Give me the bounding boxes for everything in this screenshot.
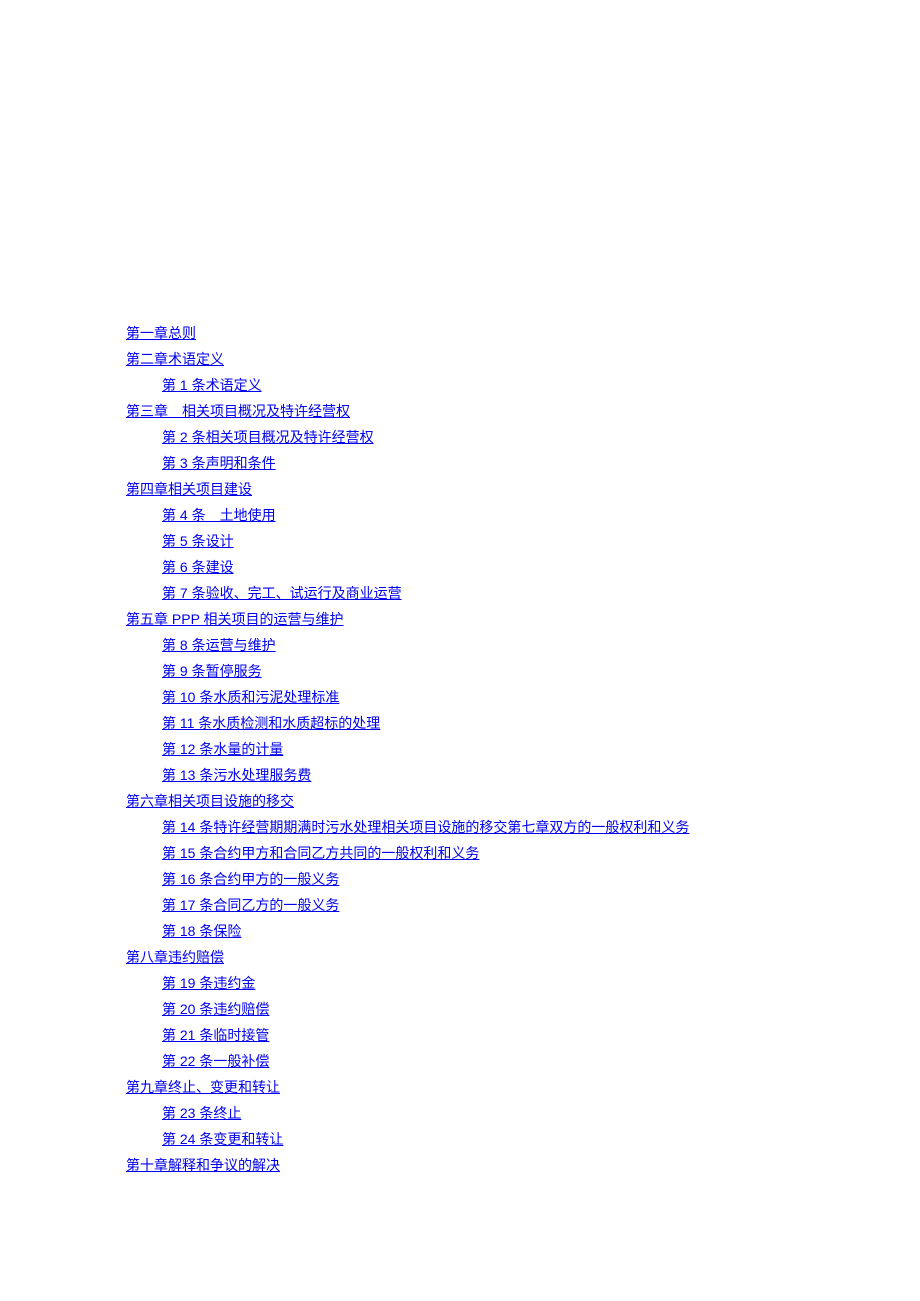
toc-row: 第四章相关项目建设 [126, 476, 920, 502]
toc-link[interactable]: 第四章相关项目建设 [126, 481, 252, 497]
toc-link[interactable]: 第 2 条相关项目概况及特许经营权 [162, 429, 374, 445]
toc-link[interactable]: 第 20 条违约赔偿 [162, 1001, 269, 1017]
toc-row: 第二章术语定义 [126, 346, 920, 372]
toc-link[interactable]: 第 11 条水质检测和水质超标的处理 [162, 715, 380, 731]
toc-row: 第六章相关项目设施的移交 [126, 788, 920, 814]
toc-link[interactable]: 第 18 条保险 [162, 923, 241, 939]
toc-row: 第五章 PPP 相关项目的运营与维护 [126, 606, 920, 632]
toc-link[interactable]: 第 16 条合约甲方的一般义务 [162, 871, 339, 887]
toc-row: 第 11 条水质检测和水质超标的处理 [126, 710, 920, 736]
toc-link[interactable]: 第 17 条合同乙方的一般义务 [162, 897, 339, 913]
toc-link[interactable]: 第 12 条水量的计量 [162, 741, 283, 757]
toc-row: 第 10 条水质和污泥处理标准 [126, 684, 920, 710]
toc-row: 第 8 条运营与维护 [126, 632, 920, 658]
toc-row: 第 19 条违约金 [126, 970, 920, 996]
toc-link[interactable]: 第 22 条一般补偿 [162, 1053, 269, 1069]
toc-link[interactable]: 第 5 条设计 [162, 533, 234, 549]
toc-link[interactable]: 第 21 条临时接管 [162, 1027, 269, 1043]
toc-row: 第 16 条合约甲方的一般义务 [126, 866, 920, 892]
toc-row: 第九章终止、变更和转让 [126, 1074, 920, 1100]
toc-row: 第 24 条变更和转让 [126, 1126, 920, 1152]
toc-link[interactable]: 第 9 条暂停服务 [162, 663, 262, 679]
toc-row: 第 23 条终止 [126, 1100, 920, 1126]
toc-row: 第一章总则 [126, 320, 920, 346]
toc-link[interactable]: 第六章相关项目设施的移交 [126, 793, 294, 809]
toc-link-trailing[interactable]: 第七章双方的一般权利和义务 [507, 819, 689, 835]
toc-link[interactable]: 第 19 条违约金 [162, 975, 255, 991]
toc-link[interactable]: 第十章解释和争议的解决 [126, 1157, 280, 1173]
toc-row: 第 1 条术语定义 [126, 372, 920, 398]
toc-row: 第 22 条一般补偿 [126, 1048, 920, 1074]
table-of-contents: 第一章总则第二章术语定义第 1 条术语定义第三章 相关项目概况及特许经营权第 2… [126, 320, 920, 1178]
toc-row: 第 12 条水量的计量 [126, 736, 920, 762]
toc-link[interactable]: 第 13 条污水处理服务费 [162, 767, 311, 783]
toc-row: 第 7 条验收、完工、试运行及商业运营 [126, 580, 920, 606]
toc-link[interactable]: 第 8 条运营与维护 [162, 637, 276, 653]
toc-link[interactable]: 第八章违约赔偿 [126, 949, 224, 965]
toc-link[interactable]: 第五章 PPP 相关项目的运营与维护 [126, 611, 344, 627]
toc-link[interactable]: 第 15 条合约甲方和合同乙方共同的一般权利和义务 [162, 845, 479, 861]
toc-link[interactable]: 第九章终止、变更和转让 [126, 1079, 280, 1095]
toc-link[interactable]: 第 23 条终止 [162, 1105, 241, 1121]
toc-row: 第 15 条合约甲方和合同乙方共同的一般权利和义务 [126, 840, 920, 866]
toc-link[interactable]: 第三章 相关项目概况及特许经营权 [126, 403, 350, 419]
toc-link[interactable]: 第 1 条术语定义 [162, 377, 262, 393]
toc-link[interactable]: 第 24 条变更和转让 [162, 1131, 283, 1147]
toc-row: 第八章违约赔偿 [126, 944, 920, 970]
toc-row: 第三章 相关项目概况及特许经营权 [126, 398, 920, 424]
toc-row: 第 20 条违约赔偿 [126, 996, 920, 1022]
toc-row: 第 6 条建设 [126, 554, 920, 580]
toc-row: 第 5 条设计 [126, 528, 920, 554]
toc-link[interactable]: 第 7 条验收、完工、试运行及商业运营 [162, 585, 402, 601]
toc-row: 第 18 条保险 [126, 918, 920, 944]
toc-row: 第 14 条特许经营期期满时污水处理相关项目设施的移交第七章双方的一般权利和义务 [126, 814, 920, 840]
toc-link[interactable]: 第 4 条 土地使用 [162, 507, 276, 523]
toc-row: 第 9 条暂停服务 [126, 658, 920, 684]
toc-row: 第 4 条 土地使用 [126, 502, 920, 528]
toc-link[interactable]: 第二章术语定义 [126, 351, 224, 367]
toc-row: 第 13 条污水处理服务费 [126, 762, 920, 788]
toc-row: 第 17 条合同乙方的一般义务 [126, 892, 920, 918]
toc-link[interactable]: 第 3 条声明和条件 [162, 455, 276, 471]
toc-row: 第 21 条临时接管 [126, 1022, 920, 1048]
toc-link[interactable]: 第 6 条建设 [162, 559, 234, 575]
toc-row: 第 2 条相关项目概况及特许经营权 [126, 424, 920, 450]
toc-row: 第 3 条声明和条件 [126, 450, 920, 476]
toc-row: 第十章解释和争议的解决 [126, 1152, 920, 1178]
toc-link[interactable]: 第一章总则 [126, 325, 196, 341]
toc-link[interactable]: 第 10 条水质和污泥处理标准 [162, 689, 339, 705]
toc-link[interactable]: 第 14 条特许经营期期满时污水处理相关项目设施的移交 [162, 819, 507, 835]
